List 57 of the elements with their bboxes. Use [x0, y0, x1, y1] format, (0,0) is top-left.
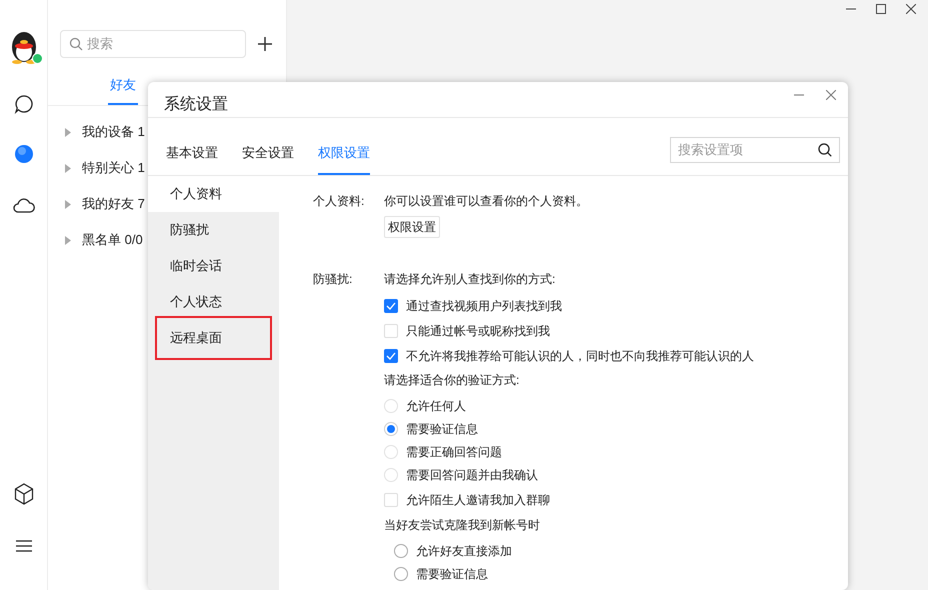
- chat-icon[interactable]: [14, 94, 34, 114]
- settings-search-box[interactable]: 搜索设置项: [670, 137, 840, 163]
- checkbox[interactable]: [384, 298, 398, 312]
- check-icon[interactable]: [386, 302, 396, 310]
- checkbox[interactable]: [384, 348, 398, 362]
- checkbox[interactable]: [384, 324, 398, 338]
- cube-icon[interactable]: [14, 483, 34, 505]
- expand-icon[interactable]: [64, 164, 72, 172]
- profile-description: 你可以设置谁可以查看你的个人资料。: [384, 193, 588, 210]
- checkbox-label[interactable]: 通过查找视频用户列表找到我: [406, 296, 562, 314]
- search-box[interactable]: 搜索: [60, 30, 246, 58]
- search-field[interactable]: 搜索: [87, 34, 237, 54]
- option-heading: 请选择允许别人查找到你的方式:: [384, 271, 556, 288]
- radio-button[interactable]: [394, 566, 408, 580]
- section-label: 个人资料:: [313, 193, 366, 210]
- radio-label[interactable]: 允许好友直接添加: [416, 542, 512, 560]
- radio-label[interactable]: 需要验证信息: [416, 564, 488, 582]
- settings-nav-item[interactable]: 防骚扰: [148, 212, 279, 248]
- radio-label[interactable]: 需要回答问题并由我确认: [406, 466, 538, 484]
- expand-icon[interactable]: [64, 236, 72, 244]
- search-icon[interactable]: [818, 143, 832, 157]
- contacts-tab[interactable]: 好友: [108, 72, 138, 105]
- radio-label[interactable]: 需要正确回答问题: [406, 442, 502, 460]
- group-label[interactable]: 我的好友 7: [82, 194, 145, 214]
- close-icon[interactable]: [906, 4, 916, 14]
- expand-icon[interactable]: [64, 200, 72, 208]
- settings-nav-item[interactable]: 临时会话: [148, 248, 279, 284]
- settings-tab[interactable]: 基本设置: [166, 142, 218, 175]
- option-heading: 当好友尝试克隆我到新帐号时: [384, 517, 541, 534]
- check-icon[interactable]: [386, 352, 396, 360]
- group-label[interactable]: 特别关心 1: [82, 158, 145, 178]
- checkbox-label[interactable]: 允许陌生人邀请我加入群聊: [406, 490, 550, 508]
- permission-button[interactable]: 权限设置: [384, 216, 440, 238]
- group-label[interactable]: 黑名单 0/0: [82, 230, 143, 250]
- radio-button[interactable]: [384, 422, 398, 436]
- menu-icon[interactable]: [14, 539, 32, 553]
- expand-icon[interactable]: [64, 128, 72, 136]
- checkbox[interactable]: [384, 492, 398, 506]
- settings-search-field[interactable]: 搜索设置项: [678, 140, 818, 160]
- maximize-icon[interactable]: [876, 4, 886, 14]
- group-label[interactable]: 我的设备 1: [82, 122, 145, 142]
- settings-tab[interactable]: 权限设置: [318, 142, 370, 175]
- settings-nav-item[interactable]: 远程桌面: [157, 320, 222, 356]
- close-icon[interactable]: [826, 90, 836, 100]
- checkbox-label[interactable]: 不允许将我推荐给可能认识的人，同时也不向我推荐可能认识的人: [406, 346, 754, 364]
- settings-nav-item[interactable]: 个人资料: [148, 176, 279, 212]
- radio-label[interactable]: 需要验证信息: [406, 420, 478, 438]
- checkbox-label[interactable]: 只能通过帐号或昵称找到我: [406, 322, 550, 340]
- settings-tab[interactable]: 安全设置: [242, 142, 294, 175]
- cloud-icon[interactable]: [12, 196, 34, 214]
- dialog-title: 系统设置: [164, 94, 228, 114]
- section-label: 防骚扰:: [313, 271, 354, 288]
- settings-nav-item[interactable]: 个人状态: [148, 284, 279, 320]
- radio-button[interactable]: [394, 544, 408, 558]
- option-heading: 请选择适合你的验证方式:: [384, 372, 520, 389]
- add-icon[interactable]: [258, 37, 272, 51]
- radio-label[interactable]: 允许任何人: [406, 396, 466, 414]
